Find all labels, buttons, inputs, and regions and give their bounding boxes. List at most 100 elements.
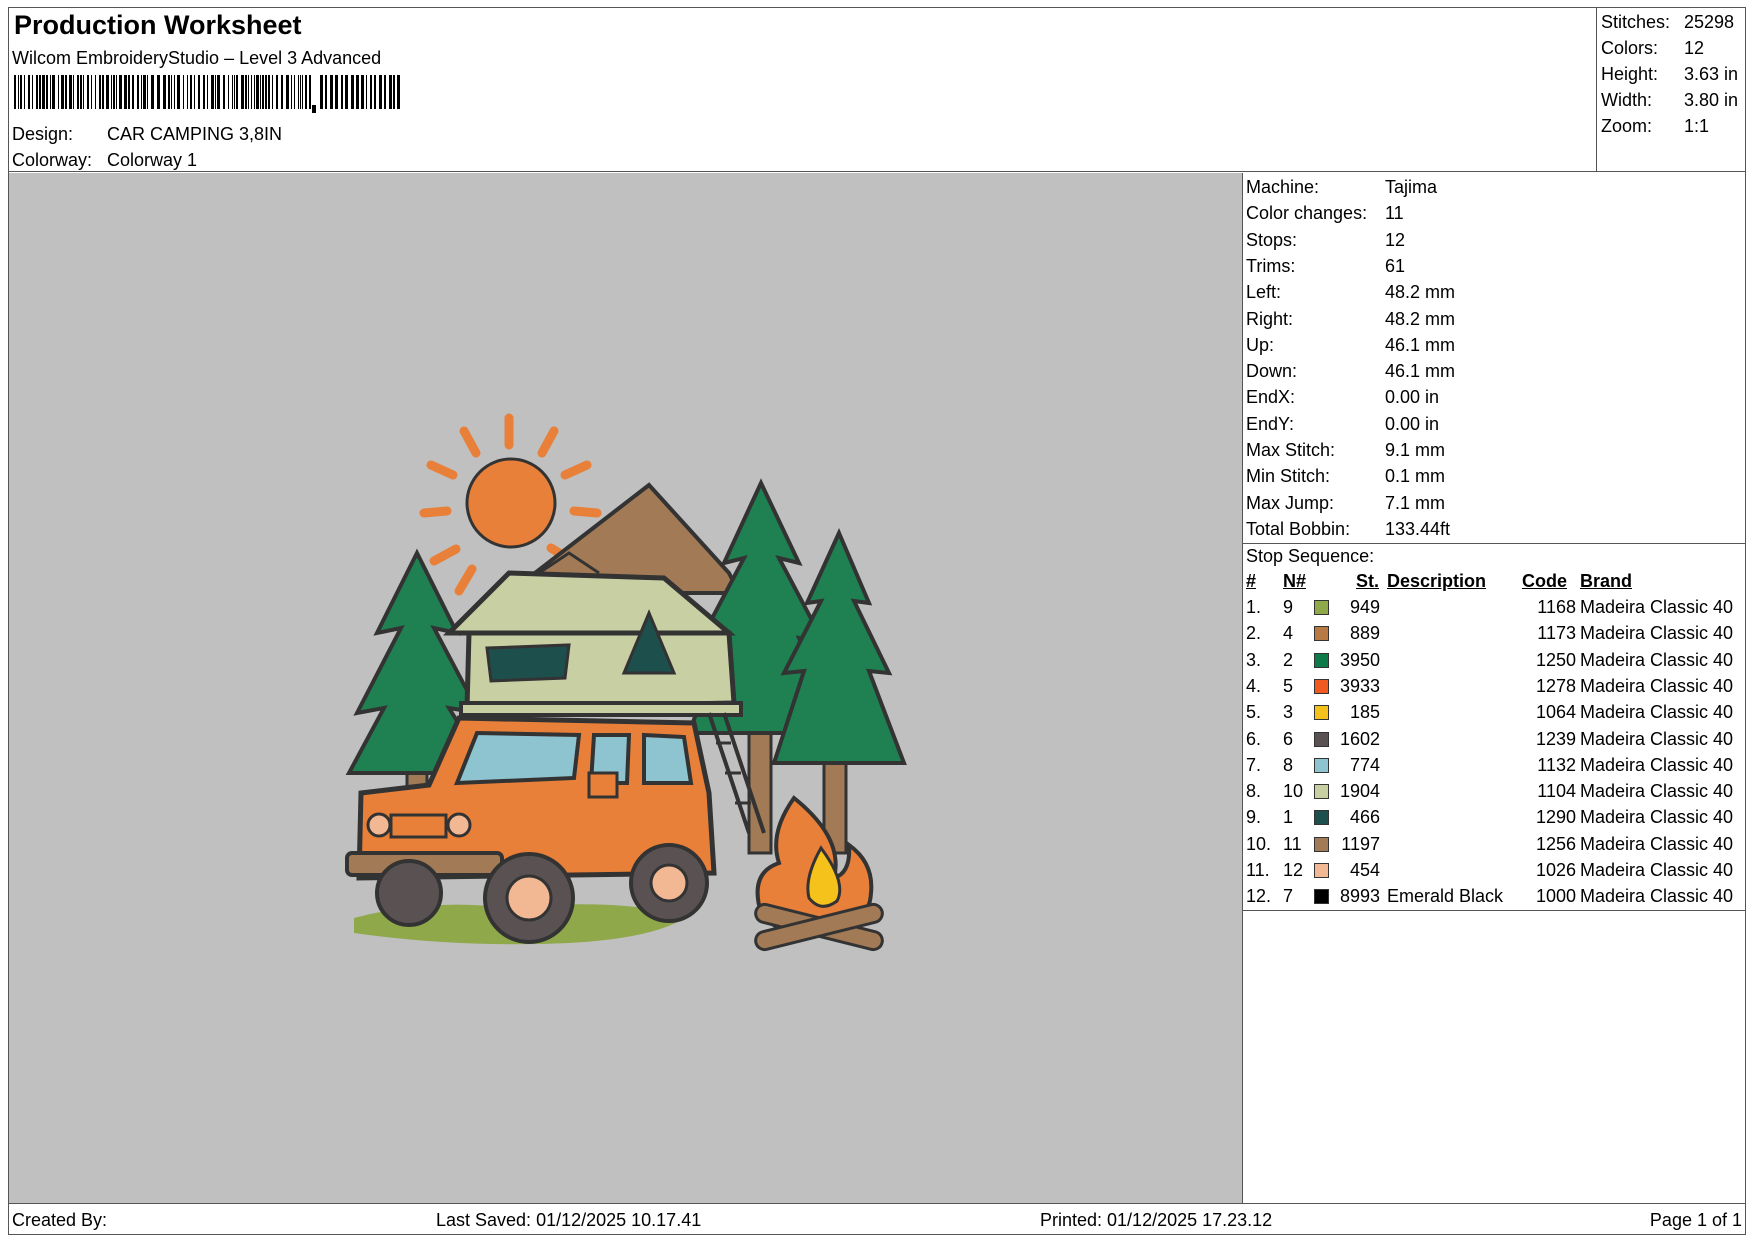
thread-code: 1026 [1535,860,1576,880]
row-number: 12. [1246,886,1272,907]
table-row: 10. 11 1197 1256 Madeira Classic 40 [1246,834,1742,860]
thread-brand: Madeira Classic 40 [1580,860,1734,880]
machine-info-label: Total Bobbin: [1246,518,1351,539]
thread-code: 1173 [1537,623,1576,644]
machine-info-value: 48.2 mm [1385,308,1456,329]
summary-label: Height: [1601,64,1659,84]
colorway-value: Colorway 1 [107,150,198,170]
page-number: Page 1 of 1 [1649,1210,1742,1230]
thread-brand: Madeira Classic 40 [1580,807,1734,828]
needle-number: 4 [1283,623,1294,644]
design-preview [9,173,1243,1203]
summary-value: 12 [1684,38,1705,58]
thread-color-swatch [1314,784,1329,800]
table-row: 12. 7 8993 Emerald Black 1000 Madeira Classic… [1246,886,1742,912]
design-label: Design: [12,124,74,144]
machine-info-label: Max Jump: [1246,492,1335,513]
needle-number: 5 [1283,675,1294,696]
stitch-count: 1197 [1341,833,1380,854]
machine-info-value: 0.00 in [1385,413,1440,434]
row-number: 1. [1246,597,1262,617]
machine-info-label: Machine: [1246,177,1320,197]
summary-value: 1:1 [1684,116,1710,136]
thread-code: 1064 [1535,702,1576,723]
machine-info-value: Tajima [1385,177,1438,197]
machine-info-label: Right: [1246,308,1294,329]
thread-color-swatch [1314,731,1329,747]
row-number: 4. [1246,675,1262,696]
machine-info-label: Max Stitch: [1246,440,1336,460]
thread-code: 1290 [1535,807,1576,828]
thread-brand: Madeira Classic 40 [1580,649,1734,670]
machine-info-value: 12 [1385,229,1406,250]
thread-description: Emerald Black [1387,886,1504,907]
stitch-count: 1904 [1339,781,1380,802]
col-description-header: Description [1387,571,1487,591]
table-row: 5. 3 185 1064 Madeira Classic 40 [1246,702,1742,728]
needle-number: 2 [1283,649,1294,670]
machine-info-label: Left: [1246,282,1282,303]
row-number: 3. [1246,649,1262,670]
thread-color-swatch [1314,705,1329,721]
stitch-count: 185 [1349,702,1380,723]
thread-brand: Madeira Classic 40 [1580,702,1734,723]
thread-code: 1239 [1535,728,1576,749]
thread-color-swatch [1314,889,1329,905]
table-row: 6. 6 1602 1239 Madeira Classic 40 [1246,729,1742,755]
divider [1243,543,1746,544]
row-number: 9. [1246,807,1262,828]
stitch-count: 1602 [1339,728,1380,749]
thread-code: 1000 [1535,886,1576,907]
thread-brand: Madeira Classic 40 [1580,754,1734,775]
summary-label: Colors: [1601,38,1659,58]
thread-color-swatch [1314,757,1329,773]
machine-info-label: Down: [1246,361,1298,382]
colorway-label: Colorway: [12,150,93,170]
row-number: 8. [1246,781,1262,802]
table-row: 4. 5 3933 1278 Madeira Classic 40 [1246,676,1742,702]
machine-info-value: 9.1 mm [1385,440,1446,460]
printed-date: Printed: 01/12/2025 17.23.12 [1040,1210,1273,1230]
table-row: 7. 8 774 1132 Madeira Classic 40 [1246,755,1742,781]
thread-color-swatch [1314,600,1329,615]
row-number: 6. [1246,728,1262,749]
summary-label: Stitches: [1601,12,1671,32]
row-number: 2. [1246,623,1262,644]
thread-code: 1104 [1537,781,1576,802]
machine-info-label: Color changes: [1246,203,1368,224]
software-name: Wilcom EmbroideryStudio – Level 3 Advanc… [12,48,382,68]
machine-info-value: 11 [1385,203,1404,224]
machine-info-value: 133.44ft [1385,518,1451,539]
machine-info-label: Stops: [1246,229,1298,250]
table-row: 1. 9 949 1168 Madeira Classic 40 [1246,597,1742,623]
machine-info-value: 46.1 mm [1385,334,1456,355]
thread-code: 1278 [1535,675,1576,696]
table-row: 2. 4 889 1173 Madeira Classic 40 [1246,623,1742,649]
barcode-image [14,75,400,113]
machine-info-value: 46.1 mm [1385,361,1456,382]
divider [1243,910,1746,911]
col-num-header: # [1246,571,1257,591]
row-number: 7. [1246,754,1262,775]
machine-info-label: Up: [1246,334,1275,355]
needle-number: 12 [1283,860,1304,880]
thread-brand: Madeira Classic 40 [1580,833,1734,854]
summary-label: Zoom: [1601,116,1653,136]
stitch-count: 889 [1349,623,1380,644]
summary-value: 3.63 in [1684,64,1739,84]
last-saved: Last Saved: 01/12/2025 10.17.41 [436,1210,702,1230]
table-row: 11. 12 454 1026 Madeira Classic 40 [1246,860,1742,886]
col-brand-header: Brand [1580,571,1633,591]
thread-color-swatch [1314,678,1329,694]
machine-info-label: EndY: [1246,413,1295,434]
machine-info-label: Min Stitch: [1246,466,1331,487]
thread-color-swatch [1314,652,1329,668]
needle-number: 7 [1283,886,1294,907]
sun [465,457,557,549]
stitch-count: 774 [1349,754,1380,775]
page-title: Production Worksheet [14,10,302,40]
thread-color-swatch [1314,626,1329,642]
stitch-count: 454 [1349,860,1380,880]
row-number: 11. [1246,860,1270,880]
thread-color-swatch [1314,863,1329,878]
